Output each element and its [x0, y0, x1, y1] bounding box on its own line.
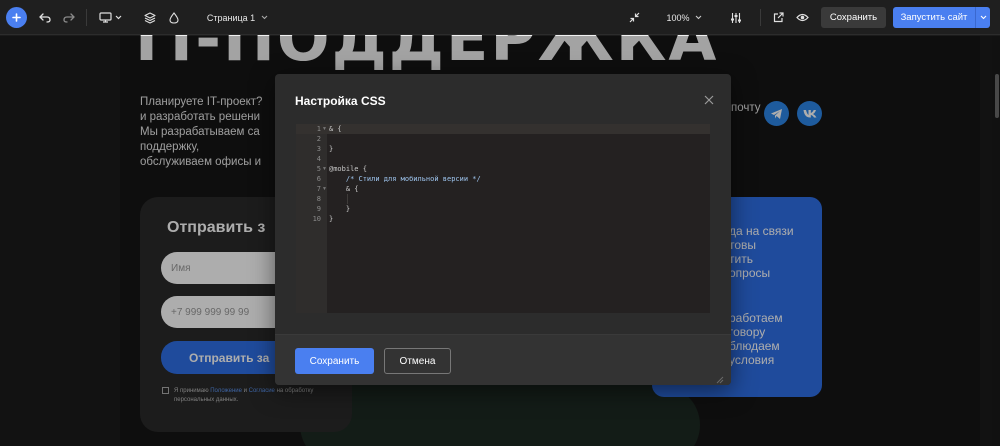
- add-block-button[interactable]: [6, 7, 27, 28]
- undo-icon: [39, 12, 51, 23]
- code-line: & {: [329, 185, 359, 193]
- fold-toggle[interactable]: ▼: [322, 124, 327, 134]
- toolbar-divider: [86, 9, 87, 26]
- layers-button[interactable]: [141, 0, 159, 35]
- layers-icon: [144, 11, 156, 24]
- collapse-icon: [629, 12, 639, 23]
- indent-guide: [347, 194, 348, 204]
- page-label: Страница 1: [206, 12, 256, 23]
- drop-icon: [169, 11, 179, 24]
- code-line: }: [329, 205, 351, 213]
- zoom-selector[interactable]: 100%: [665, 0, 703, 35]
- sliders-icon: [731, 12, 741, 23]
- chevron-down-icon: [695, 15, 701, 20]
- theme-button[interactable]: [165, 0, 183, 35]
- plus-icon: [12, 13, 21, 22]
- modal-footer: Сохранить Отмена: [275, 334, 731, 385]
- cancel-button[interactable]: Отмена: [384, 348, 451, 374]
- chevron-down-icon: [115, 15, 121, 20]
- eye-icon: [795, 13, 809, 22]
- open-site-button[interactable]: [769, 0, 787, 35]
- launch-site-button[interactable]: Запустить сайт: [893, 7, 990, 28]
- toolbar-divider: [760, 9, 761, 26]
- save-button[interactable]: Сохранить: [821, 7, 886, 28]
- close-button[interactable]: [702, 93, 716, 107]
- modal-title: Настройка CSS: [295, 94, 386, 108]
- close-icon: [704, 95, 714, 105]
- line-number: 1: [316, 125, 321, 133]
- line-number: 3: [316, 145, 321, 153]
- fold-toggle[interactable]: ▼: [322, 184, 327, 194]
- save-css-button[interactable]: Сохранить: [295, 348, 374, 374]
- device-switcher[interactable]: [97, 0, 123, 35]
- resize-handle-icon[interactable]: [716, 371, 724, 384]
- css-code-editor[interactable]: 1 2 3 4 5 6 7 8 9 10 ▼ ▼ ▼ & { } @mobile…: [296, 124, 710, 313]
- desktop-icon: [98, 12, 112, 23]
- fold-toggle[interactable]: ▼: [322, 164, 327, 174]
- line-number: 9: [316, 205, 321, 213]
- launch-site-label[interactable]: Запустить сайт: [893, 7, 975, 28]
- redo-button[interactable]: [60, 0, 78, 35]
- chevron-down-icon: [980, 15, 986, 20]
- line-number: 10: [312, 215, 321, 223]
- line-number: 2: [316, 135, 321, 143]
- external-link-icon: [773, 12, 784, 23]
- line-number: 8: [316, 195, 321, 203]
- collapse-button[interactable]: [625, 0, 643, 35]
- line-number: 7: [316, 185, 321, 193]
- settings-button[interactable]: [727, 0, 745, 35]
- undo-button[interactable]: [36, 0, 54, 35]
- zoom-value: 100%: [666, 12, 690, 23]
- redo-icon: [63, 12, 75, 23]
- active-line: [296, 124, 710, 134]
- code-line: @mobile {: [329, 165, 367, 173]
- editor-toolbar: Страница 1 100% Сохранить Запустить сайт: [0, 0, 1000, 35]
- code-line: }: [329, 215, 334, 223]
- chevron-down-icon: [261, 15, 268, 20]
- code-line: & {: [329, 125, 342, 133]
- code-line: }: [329, 145, 334, 153]
- launch-options-button[interactable]: [975, 7, 990, 28]
- page-selector[interactable]: Страница 1: [205, 0, 270, 35]
- line-number: 4: [316, 155, 321, 163]
- preview-button[interactable]: [793, 0, 811, 35]
- css-settings-modal: Настройка CSS 1 2 3 4 5 6 7 8 9 10 ▼ ▼ ▼…: [275, 74, 731, 385]
- line-number: 6: [316, 175, 321, 183]
- code-comment-line: /* Стили для мобильной версии */: [329, 175, 481, 183]
- line-number: 5: [316, 165, 321, 173]
